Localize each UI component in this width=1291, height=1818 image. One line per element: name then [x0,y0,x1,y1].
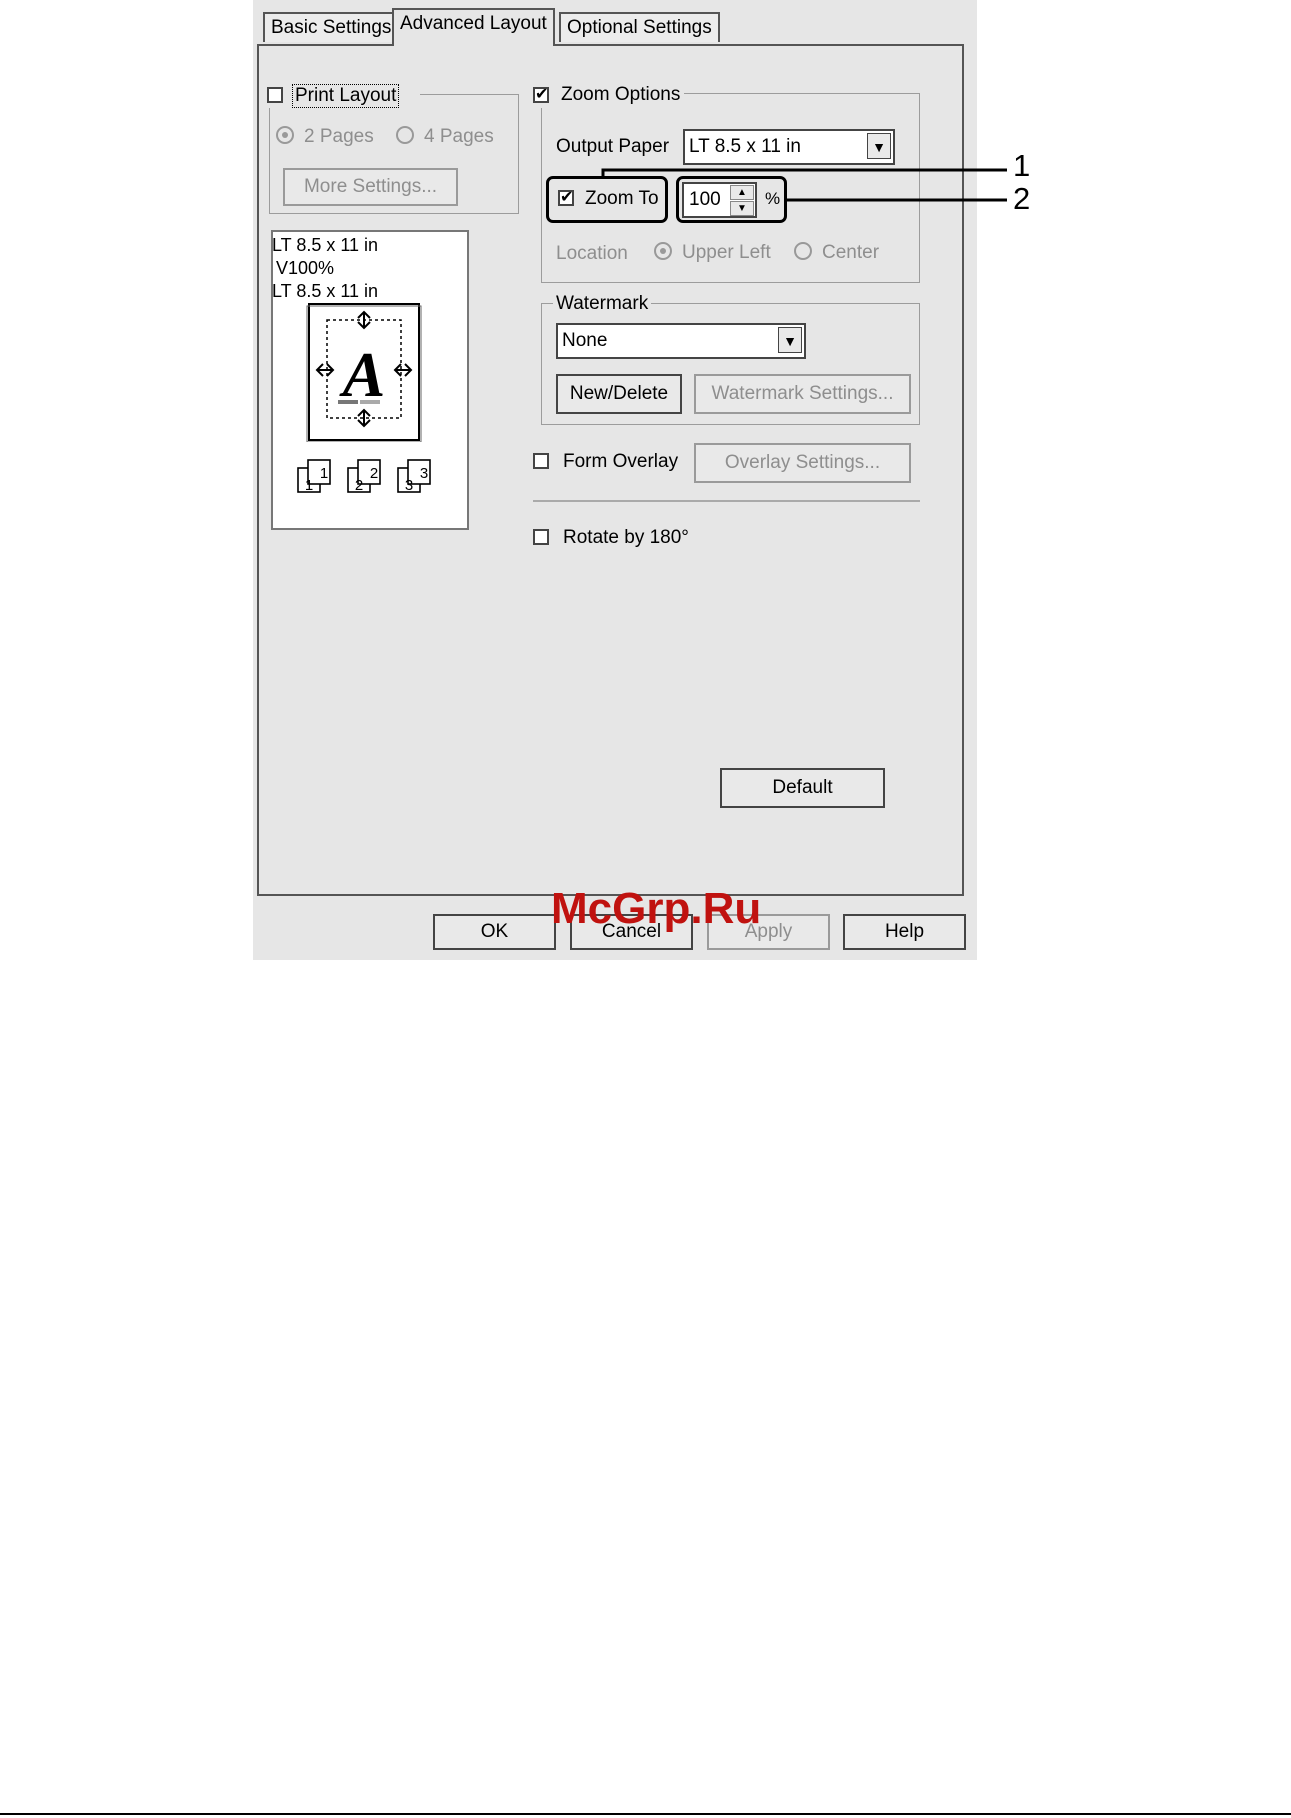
zoom-options-checkbox[interactable] [533,85,549,105]
preview-line-3: LT 8.5 x 11 in [272,281,379,301]
preview-glyph: A [339,339,386,410]
rotate-180-checkbox[interactable] [533,529,549,545]
watermark-value: None [562,330,608,351]
svg-text:2: 2 [370,465,378,482]
page-preview-icon: A [306,303,422,442]
page-number-2: 2 [355,477,363,494]
page-order-icons: 1 1 2 2 3 3 [297,459,431,494]
overlay-settings-button[interactable]: Overlay Settings... [694,443,911,483]
tab-basic-settings[interactable]: Basic Settings [263,12,400,42]
four-pages-radio[interactable] [396,126,414,144]
watermark-settings-button[interactable]: Watermark Settings... [694,374,911,414]
page-number-1: 1 [305,477,313,494]
print-layout-label: Print Layout [292,84,400,108]
new-delete-button[interactable]: New/Delete [556,374,682,414]
callout-number-1: 1 [1013,148,1031,183]
page-bottom-rule [0,1813,1291,1815]
center-label: Center [822,242,880,263]
svg-text:1: 1 [320,465,328,482]
svg-text:3: 3 [420,465,428,482]
four-pages-label: 4 Pages [424,126,494,147]
site-watermark: McGrp.Ru [551,884,762,933]
default-button[interactable]: Default [720,768,885,808]
more-settings-button[interactable]: More Settings... [283,168,458,206]
watermark-label: Watermark [553,293,652,315]
watermark-select[interactable]: None ▼ [556,323,806,359]
callout-number-2: 2 [1013,181,1031,216]
two-pages-label: 2 Pages [304,126,374,147]
preview-line-1: LT 8.5 x 11 in [272,235,379,255]
center-radio[interactable] [794,242,812,260]
location-label: Location [556,243,628,264]
two-pages-radio[interactable] [276,126,294,144]
page-number-3: 3 [405,477,413,494]
watermark-dropdown-arrow-icon[interactable]: ▼ [778,327,802,353]
form-overlay-label: Form Overlay [563,451,679,472]
help-button[interactable]: Help [843,914,966,950]
tab-optional-settings[interactable]: Optional Settings [559,12,720,42]
upper-left-label: Upper Left [682,242,771,263]
ok-button[interactable]: OK [433,914,556,950]
print-layout-checkbox[interactable] [267,87,283,103]
upper-left-radio[interactable] [654,242,672,260]
zoom-options-label: Zoom Options [561,84,681,105]
form-overlay-checkbox[interactable] [533,453,549,469]
tab-advanced-layout[interactable]: Advanced Layout [392,8,555,46]
separator-line [533,500,920,502]
callout-leader-lines [601,168,1007,202]
rotate-180-label: Rotate by 180° [563,527,689,548]
preview-line-2: V100% [276,258,335,278]
